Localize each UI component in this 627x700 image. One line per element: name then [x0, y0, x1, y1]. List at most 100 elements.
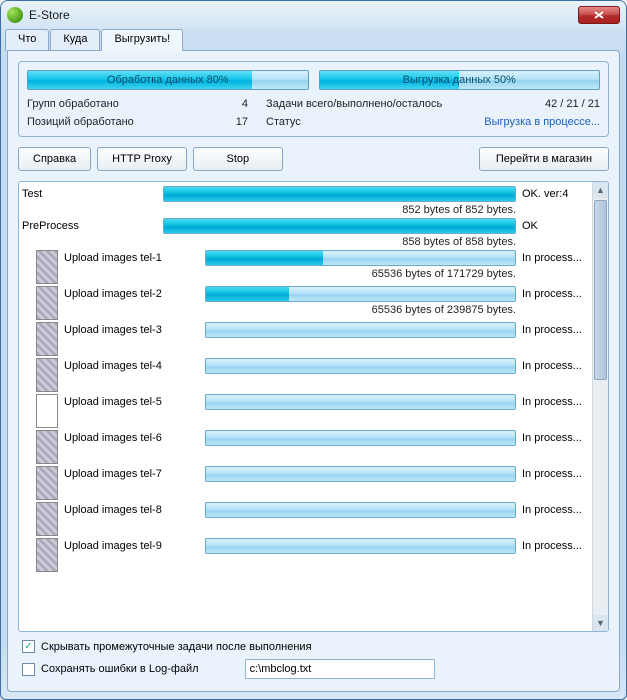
summary-panel: Обработка данных 80% Выгрузка данных 50%… — [18, 61, 609, 137]
save-log-label: Сохранять ошибки в Log-файл — [41, 663, 199, 675]
status-label: Статус — [266, 116, 466, 128]
task-thumbnail — [36, 358, 58, 392]
task-progress-bar — [205, 322, 516, 338]
scrollbar-thumb[interactable] — [594, 200, 607, 380]
task-progress-bar — [205, 502, 516, 518]
task-progress-bar — [205, 466, 516, 482]
task-progress-bar — [163, 186, 516, 202]
task-progress-bar — [205, 286, 516, 302]
window-title: E-Store — [29, 8, 578, 22]
task-progress-col: 65536 bytes of 171729 bytes. — [205, 250, 516, 280]
task-status: In process... — [522, 286, 602, 300]
toolbar: Справка HTTP Proxy Stop Перейти в магази… — [18, 147, 609, 171]
task-status: In process... — [522, 358, 602, 372]
task-progress-bar — [205, 250, 516, 266]
task-status: In process... — [522, 394, 602, 408]
task-status: OK. ver:4 — [522, 186, 602, 200]
task-name: Upload images tel-6 — [64, 430, 199, 444]
stop-button[interactable]: Stop — [193, 147, 283, 171]
tab-what[interactable]: Что — [5, 29, 49, 51]
task-list[interactable]: Test 852 bytes of 852 bytes. OK. ver:4 PreP… — [18, 181, 609, 632]
tabs: Что Куда Выгрузить! — [1, 29, 626, 51]
processing-progress-bar: Обработка данных 80% — [27, 70, 309, 90]
task-thumbnail — [36, 466, 58, 500]
task-row[interactable]: Upload images tel-4 In process... — [20, 356, 606, 392]
task-status: In process... — [522, 502, 602, 516]
task-name: Test — [22, 186, 157, 200]
task-name: PreProcess — [22, 218, 157, 232]
scrollbar[interactable]: ▲ ▼ — [592, 182, 608, 631]
task-thumbnail — [36, 502, 58, 536]
task-status: In process... — [522, 250, 602, 264]
task-progress-bar — [163, 218, 516, 234]
goto-store-button[interactable]: Перейти в магазин — [479, 147, 609, 171]
task-progress-col: 852 bytes of 852 bytes. — [163, 186, 516, 216]
task-thumbnail — [36, 538, 58, 572]
hide-done-checkbox[interactable]: ✓ — [22, 640, 35, 653]
scroll-up-button[interactable]: ▲ — [593, 182, 608, 198]
processing-progress-label: Обработка данных 80% — [107, 74, 229, 86]
footer: ✓ Скрывать промежуточные задачи после вы… — [18, 632, 609, 681]
http-proxy-button[interactable]: HTTP Proxy — [97, 147, 187, 171]
task-row[interactable]: Upload images tel-8 In process... — [20, 500, 606, 536]
task-row[interactable]: PreProcess 858 bytes of 858 bytes. OK — [20, 216, 606, 248]
app-icon — [7, 7, 23, 23]
task-name: Upload images tel-2 — [64, 286, 199, 300]
task-progress-col: 65536 bytes of 239875 bytes. — [205, 286, 516, 316]
task-thumbnail — [36, 250, 58, 284]
task-progress-fill — [164, 219, 515, 233]
task-progress-bar — [205, 358, 516, 374]
task-status: In process... — [522, 538, 602, 552]
positions-processed-label: Позиций обработано — [27, 116, 170, 128]
task-row[interactable]: Test 852 bytes of 852 bytes. OK. ver:4 — [20, 184, 606, 216]
log-path-input[interactable] — [245, 659, 435, 679]
task-name: Upload images tel-1 — [64, 250, 199, 264]
titlebar[interactable]: E-Store — [1, 1, 626, 29]
task-row[interactable]: Upload images tel-9 In process... — [20, 536, 606, 572]
tasks-count-label: Задачи всего/выполнено/осталось — [266, 98, 466, 110]
task-name: Upload images tel-4 — [64, 358, 199, 372]
task-status: In process... — [522, 430, 602, 444]
task-progress-fill — [206, 287, 289, 301]
task-progress-col — [205, 502, 516, 518]
task-bytes: 65536 bytes of 171729 bytes. — [205, 268, 516, 280]
task-thumbnail — [36, 430, 58, 464]
task-name: Upload images tel-3 — [64, 322, 199, 336]
task-thumbnail — [36, 322, 58, 356]
task-row[interactable]: Upload images tel-7In process... — [20, 464, 606, 500]
task-name: Upload images tel-9 — [64, 538, 199, 552]
task-progress-bar — [205, 430, 516, 446]
task-thumbnail — [36, 286, 58, 320]
task-row[interactable]: Upload images tel-3 In process... — [20, 320, 606, 356]
scroll-down-button[interactable]: ▼ — [593, 615, 608, 631]
task-row[interactable]: Upload images tel-5 In process... — [20, 392, 606, 428]
upload-progress-bar: Выгрузка данных 50% — [319, 70, 601, 90]
task-status: OK — [522, 218, 602, 232]
task-bytes: 858 bytes of 858 bytes. — [163, 236, 516, 248]
status-value: Выгрузка в процессе... — [484, 116, 600, 128]
task-progress-col: 858 bytes of 858 bytes. — [163, 218, 516, 248]
task-progress-fill — [206, 251, 323, 265]
task-row[interactable]: Upload images tel-6 In process... — [20, 428, 606, 464]
task-row[interactable]: Upload images tel-1 65536 bytes of 171729… — [20, 248, 606, 284]
positions-processed-value: 17 — [188, 116, 248, 128]
content-panel: Обработка данных 80% Выгрузка данных 50%… — [7, 50, 620, 692]
task-bytes: 65536 bytes of 239875 bytes. — [205, 304, 516, 316]
task-row[interactable]: Upload images tel-2 65536 bytes of 239875… — [20, 284, 606, 320]
help-button[interactable]: Справка — [18, 147, 91, 171]
task-progress-col — [205, 322, 516, 338]
save-log-checkbox[interactable] — [22, 663, 35, 676]
groups-processed-value: 4 — [188, 98, 248, 110]
tab-upload[interactable]: Выгрузить! — [101, 29, 183, 51]
tasks-count-value: 42 / 21 / 21 — [484, 98, 600, 110]
task-progress-col — [205, 394, 516, 410]
task-status: In process... — [522, 322, 602, 336]
tab-where[interactable]: Куда — [50, 29, 100, 51]
upload-progress-label: Выгрузка данных 50% — [403, 74, 516, 86]
close-button[interactable] — [578, 6, 620, 24]
task-bytes: 852 bytes of 852 bytes. — [163, 204, 516, 216]
task-status: In process... — [522, 466, 602, 480]
task-progress-bar — [205, 538, 516, 554]
task-name: Upload images tel-5 — [64, 394, 199, 408]
task-name: Upload images tel-8 — [64, 502, 199, 516]
